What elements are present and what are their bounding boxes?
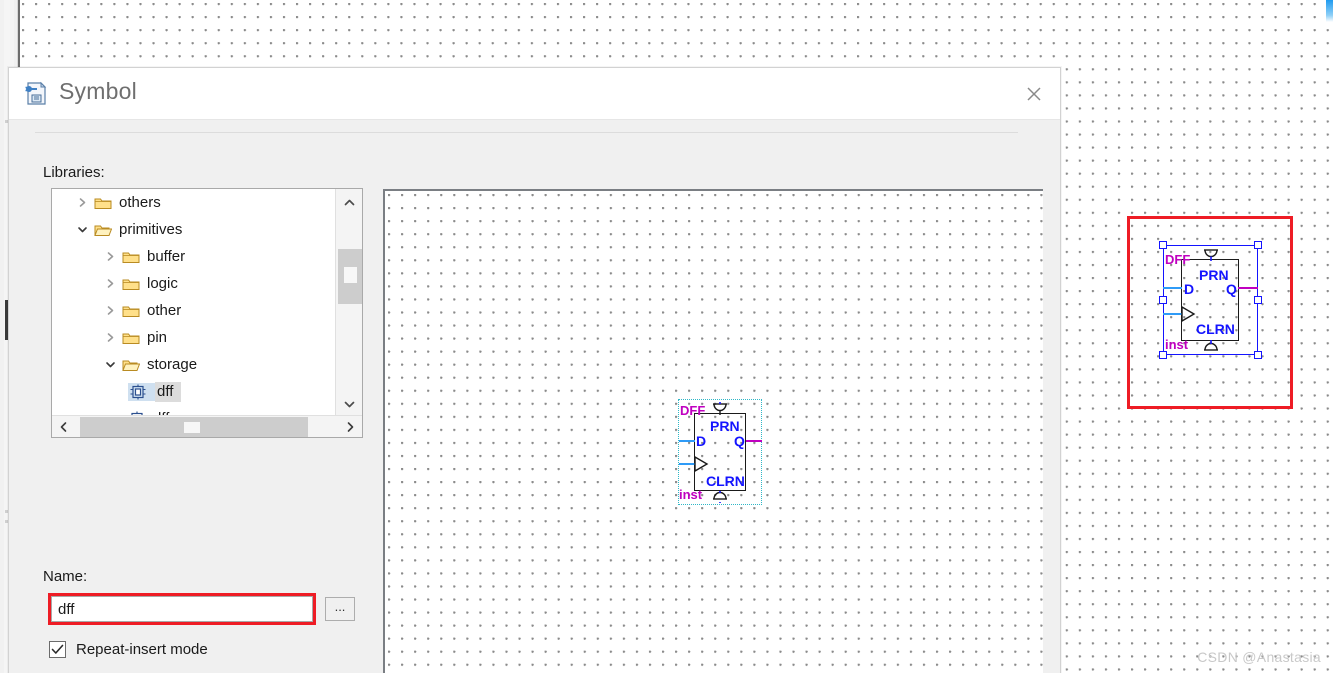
tree-hscroll-thumb[interactable] <box>80 417 308 437</box>
chevron-down-icon[interactable] <box>336 391 362 417</box>
preview-pin-q-label: Q <box>734 433 745 449</box>
tree-item-label: primitives <box>119 221 183 238</box>
chevron-right-icon[interactable] <box>338 416 362 437</box>
folder-closed-icon <box>122 333 140 344</box>
scrollbar-grip <box>344 267 357 283</box>
dialog-body: Libraries: others primitives buffer logi… <box>9 120 1060 673</box>
canvas-corner-marker <box>1326 0 1333 22</box>
tree-item-label: buffer <box>147 248 186 265</box>
watermark: CSDN @Anastasia <box>1197 649 1321 665</box>
dialog-title: Symbol <box>59 78 137 104</box>
selection-handle[interactable] <box>1159 351 1167 359</box>
preview-pin-prn-label: PRN <box>710 418 740 434</box>
clk-input-wire <box>679 463 695 465</box>
clock-triangle-icon <box>694 455 709 473</box>
tree-vertical-scrollbar[interactable] <box>335 189 362 417</box>
symbol-leaf-icon <box>130 384 146 399</box>
tree-vscroll-thumb[interactable] <box>338 249 362 304</box>
libraries-tree-content[interactable]: others primitives buffer logic other pin… <box>52 189 335 417</box>
folder-closed-icon <box>122 252 140 263</box>
tree-item-buffer[interactable]: buffer <box>52 243 335 270</box>
placed-symbol-instance-label: inst <box>1165 337 1189 352</box>
folder-closed-icon <box>122 306 140 317</box>
prn-bubble-icon <box>713 402 727 415</box>
selection-handle[interactable] <box>1254 241 1262 249</box>
checkbox-repeat-insert-mode[interactable]: Repeat-insert mode <box>49 641 208 658</box>
libraries-label: Libraries: <box>43 164 105 181</box>
scrollbar-grip <box>184 422 200 433</box>
selection-handle[interactable] <box>1254 296 1262 304</box>
chevron-left-icon[interactable] <box>52 416 76 437</box>
symbol-dialog: Symbol Libraries: others primitives buff… <box>8 67 1061 673</box>
selection-handle[interactable] <box>1159 296 1167 304</box>
symbol-preview-pane[interactable]: DFF PRN D Q CLRN inst <box>383 189 1043 673</box>
tree-item-storage[interactable]: storage <box>52 351 335 378</box>
chevron-down-icon[interactable] <box>102 357 118 373</box>
preview-dff-symbol[interactable]: DFF PRN D Q CLRN inst <box>678 399 762 505</box>
checkbox-box[interactable] <box>49 641 66 658</box>
dialog-titlebar: Symbol <box>9 68 1060 120</box>
name-input[interactable] <box>51 596 313 622</box>
clrn-bubble-icon <box>713 491 727 503</box>
divider <box>35 132 1018 133</box>
browse-button[interactable]: ... <box>325 597 355 621</box>
tree-item-label: logic <box>147 275 178 292</box>
folder-closed-icon <box>94 198 112 209</box>
q-output-wire <box>1238 287 1258 289</box>
prn-bubble-icon <box>1204 249 1218 261</box>
d-input-wire <box>1163 287 1182 289</box>
tree-item-label: dff <box>155 381 182 402</box>
placed-dff-symbol[interactable]: DFF PRN D Q CLRN inst <box>1159 241 1262 359</box>
q-output-wire <box>746 440 762 442</box>
close-icon[interactable] <box>1008 68 1060 120</box>
clrn-bubble-icon <box>1204 340 1218 351</box>
chevron-down-icon[interactable] <box>74 222 90 238</box>
placed-pin-d-label: D <box>1184 281 1195 297</box>
libraries-tree[interactable]: others primitives buffer logic other pin… <box>51 188 363 438</box>
placed-symbol-name-label: DFF <box>1165 252 1191 267</box>
tree-item-logic[interactable]: logic <box>52 270 335 297</box>
chevron-right-icon[interactable] <box>102 276 118 292</box>
chevron-up-icon[interactable] <box>336 189 362 215</box>
chevron-right-icon[interactable] <box>74 195 90 211</box>
checkmark-icon <box>51 644 64 654</box>
chevron-right-icon[interactable] <box>102 330 118 346</box>
placed-pin-prn-label: PRN <box>1199 267 1229 283</box>
folder-closed-icon <box>122 279 140 290</box>
tree-item-primitives[interactable]: primitives <box>52 216 335 243</box>
selection-handle[interactable] <box>1159 241 1167 249</box>
checkbox-label: Repeat-insert mode <box>76 641 208 658</box>
placed-pin-q-label: Q <box>1226 281 1237 297</box>
tree-item-others[interactable]: others <box>52 189 335 216</box>
tree-item-pin[interactable]: pin <box>52 324 335 351</box>
chevron-right-icon[interactable] <box>102 249 118 265</box>
clk-input-wire <box>1163 313 1182 315</box>
tree-item-dff[interactable]: dff <box>52 378 335 405</box>
placed-pin-clrn-label: CLRN <box>1196 321 1235 337</box>
tree-horizontal-scrollbar[interactable] <box>52 415 362 437</box>
tree-item-label: others <box>119 194 161 211</box>
screen: CSDN @Anastasia DFF PRN D Q CLRN inst Sy… <box>0 0 1333 673</box>
preview-pin-clrn-label: CLRN <box>706 473 745 489</box>
chevron-right-icon[interactable] <box>102 303 118 319</box>
preview-symbol-instance-label: inst <box>679 487 703 502</box>
folder-open-icon <box>122 360 140 371</box>
preview-pin-d-label: D <box>696 433 707 449</box>
name-label: Name: <box>43 568 88 585</box>
d-input-wire <box>679 440 695 442</box>
tree-item-other[interactable]: other <box>52 297 335 324</box>
name-input-highlight <box>48 593 316 625</box>
symbol-file-icon <box>25 81 47 105</box>
tree-item-label: storage <box>147 356 198 373</box>
selection-handle[interactable] <box>1254 351 1262 359</box>
preview-symbol-name-label: DFF <box>680 403 706 418</box>
tree-item-label: pin <box>147 329 168 346</box>
tree-item-label: other <box>147 302 182 319</box>
folder-open-icon <box>94 225 112 236</box>
